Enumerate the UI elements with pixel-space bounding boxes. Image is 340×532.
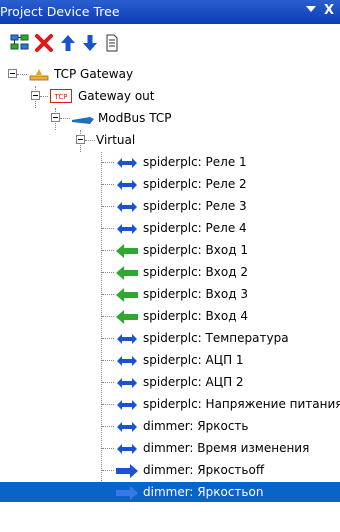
bidirectional-arrow-icon	[115, 179, 139, 194]
tree-node-virtual[interactable]: Virtual	[0, 130, 340, 152]
tree-item-brightness[interactable]: dimmer: Яркость	[0, 416, 340, 438]
tree-item-supply-voltage[interactable]: spiderplc: Напряжение питания	[0, 394, 340, 416]
toolbar	[0, 24, 340, 60]
tree-item-relay-4[interactable]: spiderplc: Реле 4	[0, 218, 340, 240]
tree-item-adc-1[interactable]: spiderplc: АЦП 1	[0, 350, 340, 372]
tree-item-input-1[interactable]: spiderplc: Вход 1	[0, 240, 340, 262]
left-arrow-icon	[115, 265, 139, 284]
tcp-badge-icon: TCP	[50, 89, 72, 106]
delete-icon[interactable]	[34, 33, 54, 53]
left-arrow-icon	[115, 287, 139, 306]
tree-item-input-3[interactable]: spiderplc: Вход 3	[0, 284, 340, 306]
left-arrow-icon	[115, 309, 139, 328]
tree-item-relay-3[interactable]: spiderplc: Реле 3	[0, 196, 340, 218]
bidirectional-arrow-icon	[115, 157, 139, 172]
svg-text:TCP: TCP	[54, 93, 68, 101]
right-arrow-icon	[115, 485, 139, 504]
bidirectional-arrow-icon	[115, 201, 139, 216]
collapse-toggle[interactable]	[76, 135, 85, 144]
bidirectional-arrow-icon	[115, 443, 139, 458]
tree-item-brightness-on[interactable]: dimmer: Яркостьon	[0, 482, 340, 504]
left-arrow-icon	[115, 243, 139, 262]
bidirectional-arrow-icon	[115, 223, 139, 238]
collapse-toggle[interactable]	[51, 113, 60, 122]
properties-icon[interactable]	[102, 33, 122, 53]
bidirectional-arrow-icon	[115, 333, 139, 348]
tree-item-temperature[interactable]: spiderplc: Температура	[0, 328, 340, 350]
collapse-toggle[interactable]	[8, 69, 17, 78]
title-bar: Project Device Tree X	[0, 0, 340, 24]
tree-item-input-2[interactable]: spiderplc: Вход 2	[0, 262, 340, 284]
modbus-icon	[72, 114, 94, 128]
tree-item-input-4[interactable]: spiderplc: Вход 4	[0, 306, 340, 328]
window-title: Project Device Tree	[0, 4, 120, 19]
tree-node-tcp-gateway[interactable]: TCP Gateway	[0, 64, 340, 86]
tree-item-relay-2[interactable]: spiderplc: Реле 2	[0, 174, 340, 196]
add-device-icon[interactable]	[10, 33, 30, 53]
move-up-icon[interactable]	[58, 33, 78, 53]
tree-node-gateway-out[interactable]: TCP Gateway out	[0, 86, 340, 108]
bidirectional-arrow-icon	[115, 399, 139, 414]
tree-item-change-time[interactable]: dimmer: Время изменения	[0, 438, 340, 460]
bidirectional-arrow-icon	[115, 355, 139, 370]
bidirectional-arrow-icon	[115, 377, 139, 392]
move-down-icon[interactable]	[80, 33, 100, 53]
close-button[interactable]: X	[324, 3, 334, 18]
tree-item-adc-2[interactable]: spiderplc: АЦП 2	[0, 372, 340, 394]
right-arrow-icon	[115, 463, 139, 482]
tree-item-brightness-off[interactable]: dimmer: Яркостьoff	[0, 460, 340, 482]
tree-item-relay-1[interactable]: spiderplc: Реле 1	[0, 152, 340, 174]
bidirectional-arrow-icon	[115, 421, 139, 436]
gateway-icon	[29, 68, 49, 85]
collapse-toggle[interactable]	[31, 91, 40, 100]
tree-node-modbus-tcp[interactable]: ModBus TCP	[0, 108, 340, 130]
dropdown-arrow-icon[interactable]	[306, 6, 316, 12]
